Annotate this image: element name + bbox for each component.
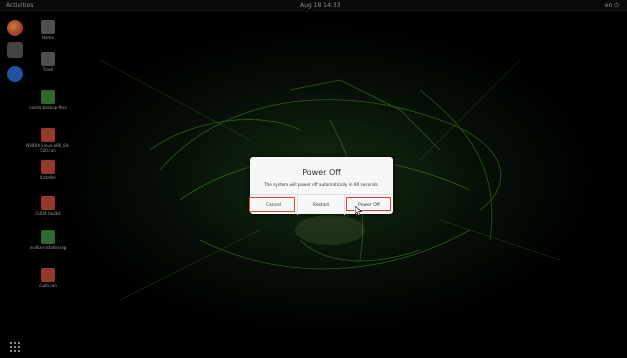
power-off-highlight — [346, 197, 391, 211]
power-off-button[interactable]: Power Off — [345, 195, 393, 215]
cancel-button[interactable]: Cancel — [249, 195, 297, 215]
restart-label: Restart — [312, 202, 330, 208]
dialog-button-row: Cancel Restart Power Off — [249, 194, 393, 215]
mouse-cursor-icon — [355, 206, 363, 216]
power-off-dialog: Power Off The system will power off auto… — [249, 157, 393, 215]
dialog-message: The system will power off automatically … — [263, 182, 380, 187]
dialog-title: Power Off — [302, 168, 341, 177]
cancel-highlight — [249, 197, 295, 212]
desktop-screen: Activities Aug 18 14:33 en ⏻ Home Trash … — [0, 0, 627, 358]
restart-button[interactable]: Restart — [297, 195, 345, 215]
